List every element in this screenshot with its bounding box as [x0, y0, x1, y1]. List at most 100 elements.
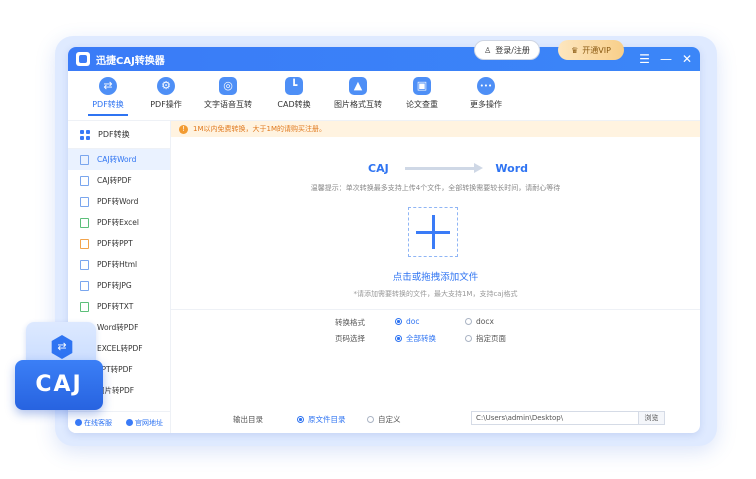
app-window: 迅捷CAJ转换器 ☰ — ✕ ⇄ PDF转换 ⚙ PDF操作 ◎ 文字语音互转 … — [68, 47, 700, 433]
sidebar-item-label: PDF转PPT — [97, 239, 133, 248]
tab-label: 图片格式互转 — [334, 100, 382, 109]
tab-label: PDF转换 — [92, 100, 124, 109]
tab-label: 文字语音互转 — [204, 100, 252, 109]
sidebar-item-label: CAJ转PDF — [97, 176, 132, 185]
document-icon — [80, 259, 89, 270]
tab-paper-check[interactable]: ▣ 论文查重 — [392, 77, 452, 110]
grid-icon — [80, 129, 90, 140]
format-option-row: 转换格式 doc docx — [171, 317, 700, 331]
sidebar-item-caj-to-word[interactable]: CAJ转Word — [68, 149, 170, 170]
tab-speech[interactable]: ◎ 文字语音互转 — [198, 77, 258, 110]
login-label: 登录/注册 — [495, 45, 530, 55]
radio-label: 指定页面 — [476, 334, 506, 343]
radio-doc[interactable]: doc — [395, 317, 419, 326]
divider — [171, 309, 700, 310]
speech-icon: ◎ — [219, 77, 237, 95]
minimize-icon[interactable]: — — [660, 47, 672, 71]
output-label: 输出目录 — [233, 415, 263, 424]
notice-text: 1M以内免费转换，大于1M的请购买注册。 — [193, 125, 326, 133]
radio-unchecked-icon — [465, 335, 472, 342]
website-label: 官网地址 — [135, 418, 163, 427]
notice-bar: ! 1M以内免费转换，大于1M的请购买注册。 — [171, 121, 700, 137]
online-service-label: 在线客服 — [84, 418, 112, 427]
document-icon — [80, 175, 89, 186]
sidebar-item-pdf-to-html[interactable]: PDF转Html — [68, 254, 170, 275]
close-icon[interactable]: ✕ — [682, 47, 692, 71]
sidebar-item-pdf-to-excel[interactable]: PDF转Excel — [68, 212, 170, 233]
output-bar: 输出目录 原文件目录 自定义 C:\Users\admin\Desktop\ 浏… — [171, 409, 700, 429]
menu-icon[interactable]: ☰ — [639, 47, 650, 71]
page-option-row: 页码选择 全部转换 指定页面 — [171, 333, 700, 347]
radio-custom-dir[interactable]: 自定义 — [367, 414, 401, 425]
page-label: 页码选择 — [335, 334, 365, 343]
headset-icon — [75, 419, 82, 426]
website-link[interactable]: 官网地址 — [126, 418, 163, 428]
radio-label: doc — [406, 317, 420, 326]
image-icon: ▲ — [349, 77, 367, 95]
tab-cad[interactable]: ┗ CAD转换 — [264, 77, 324, 110]
radio-unchecked-icon — [465, 318, 472, 325]
more-icon: ••• — [477, 77, 495, 95]
sidebar-item-pdf-to-jpg[interactable]: PDF转JPG — [68, 275, 170, 296]
arrow-right-icon — [399, 158, 486, 178]
file-size-tip: *请添加需要转换的文件，最大支持1M，支持caj格式 — [353, 290, 518, 298]
tab-more[interactable]: ••• 更多操作 — [456, 77, 516, 110]
output-path-input[interactable]: C:\Users\admin\Desktop\ — [471, 411, 639, 425]
target-format: Word — [495, 161, 528, 175]
radio-checked-icon — [395, 335, 402, 342]
document-icon — [80, 154, 89, 165]
sidebar-item-label: PDF转Word — [97, 197, 139, 206]
online-service-link[interactable]: 在线客服 — [75, 418, 112, 428]
tab-label: CAD转换 — [277, 100, 311, 109]
radio-label: 原文件目录 — [308, 415, 346, 424]
radio-label: docx — [476, 317, 494, 326]
tab-pdf-tools[interactable]: ⚙ PDF操作 — [136, 77, 196, 110]
radio-label: 自定义 — [378, 415, 401, 424]
sidebar-item-label: PDF转TXT — [97, 302, 134, 311]
sidebar-item-label: PDF转Html — [97, 260, 138, 269]
file-drop-zone[interactable] — [408, 207, 458, 257]
login-button[interactable]: ♙ 登录/注册 — [474, 40, 540, 60]
sidebar-item-label: PDF转Excel — [97, 218, 139, 227]
caj-product-badge: ⇄ CAJ — [12, 322, 108, 418]
sidebar-item-label: PDF转JPG — [97, 281, 132, 290]
add-file-label[interactable]: 点击或拖拽添加文件 — [171, 269, 700, 283]
sidebar-header: PDF转换 — [68, 121, 170, 149]
sidebar-item-label: CAJ转Word — [97, 155, 137, 164]
sidebar-item-pdf-to-word[interactable]: PDF转Word — [68, 191, 170, 212]
radio-specific-pages[interactable]: 指定页面 — [465, 333, 506, 344]
upload-tip: 温馨提示：单次转换最多支持上传4个文件，全部转换需要较长时间，请耐心等待 — [310, 184, 561, 192]
radio-all-pages[interactable]: 全部转换 — [395, 333, 436, 344]
source-format: CAJ — [368, 161, 389, 175]
ppt-icon — [80, 238, 89, 249]
excel-icon — [80, 217, 89, 228]
browse-button[interactable]: 浏览 — [639, 411, 665, 425]
paper-check-icon: ▣ — [413, 77, 431, 95]
radio-label: 全部转换 — [406, 334, 436, 343]
window-controls: ☰ — ✕ — [639, 47, 692, 71]
vip-button[interactable]: ♛ 开通VIP — [558, 40, 624, 60]
radio-docx[interactable]: docx — [465, 317, 494, 326]
sidebar-header-label: PDF转换 — [98, 130, 130, 139]
app-logo-icon — [76, 52, 90, 66]
sidebar-item-pdf-to-txt[interactable]: PDF转TXT — [68, 296, 170, 317]
tab-image[interactable]: ▲ 图片格式互转 — [328, 77, 388, 110]
tab-label: 论文查重 — [406, 100, 438, 109]
document-icon — [80, 196, 89, 207]
radio-checked-icon — [297, 416, 304, 423]
active-tab-indicator — [88, 114, 128, 116]
app-title: 迅捷CAJ转换器 — [96, 55, 165, 67]
sidebar-item-caj-to-pdf[interactable]: CAJ转PDF — [68, 170, 170, 191]
radio-source-dir[interactable]: 原文件目录 — [297, 414, 346, 425]
pdf-tools-icon: ⚙ — [157, 77, 175, 95]
tab-pdf-convert[interactable]: ⇄ PDF转换 — [78, 77, 138, 116]
crown-icon: ♛ — [571, 45, 579, 55]
convert-icon: ⇄ — [99, 77, 117, 95]
text-file-icon — [80, 301, 89, 312]
sidebar-item-pdf-to-ppt[interactable]: PDF转PPT — [68, 233, 170, 254]
image-file-icon — [80, 280, 89, 291]
badge-caj-text: CAJ — [15, 360, 103, 410]
globe-icon — [126, 419, 133, 426]
main-toolbar: ⇄ PDF转换 ⚙ PDF操作 ◎ 文字语音互转 ┗ CAD转换 ▲ 图片格式互… — [68, 71, 700, 121]
format-label: 转换格式 — [335, 318, 365, 327]
